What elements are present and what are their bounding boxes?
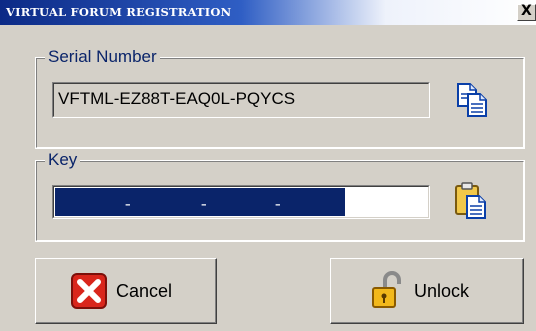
padlock-open-icon	[372, 271, 401, 308]
registration-window: VIRTUAL FORUM REGISTRATION X Serial Numb…	[0, 0, 536, 331]
red-x-icon	[71, 273, 107, 309]
serial-number-value: VFTML-EZ88T-EAQ0L-PQYCS	[58, 89, 296, 108]
cancel-button[interactable]: Cancel	[35, 258, 217, 324]
key-legend: Key	[45, 150, 81, 170]
key-dash-2: -	[199, 196, 209, 214]
paste-icon	[455, 182, 486, 219]
title-bar[interactable]: VIRTUAL FORUM REGISTRATION X	[0, 0, 536, 25]
key-input[interactable]: - - -	[52, 185, 430, 219]
cancel-label: Cancel	[116, 281, 173, 301]
copy-icon	[457, 83, 487, 117]
paste-key-button[interactable]	[454, 182, 490, 219]
key-dash-1: -	[123, 196, 133, 214]
unlock-label: Unlock	[414, 281, 470, 301]
close-button[interactable]: X	[517, 3, 536, 21]
serial-number-field[interactable]: VFTML-EZ88T-EAQ0L-PQYCS	[52, 82, 430, 118]
copy-serial-button[interactable]	[454, 82, 490, 118]
close-icon: X	[521, 3, 532, 19]
window-title: VIRTUAL FORUM REGISTRATION	[6, 5, 232, 19]
unlock-button[interactable]: Unlock	[330, 258, 524, 324]
key-selection-highlight: - - -	[55, 188, 345, 216]
key-dash-3: -	[273, 196, 283, 214]
serial-number-legend: Serial Number	[45, 47, 160, 67]
